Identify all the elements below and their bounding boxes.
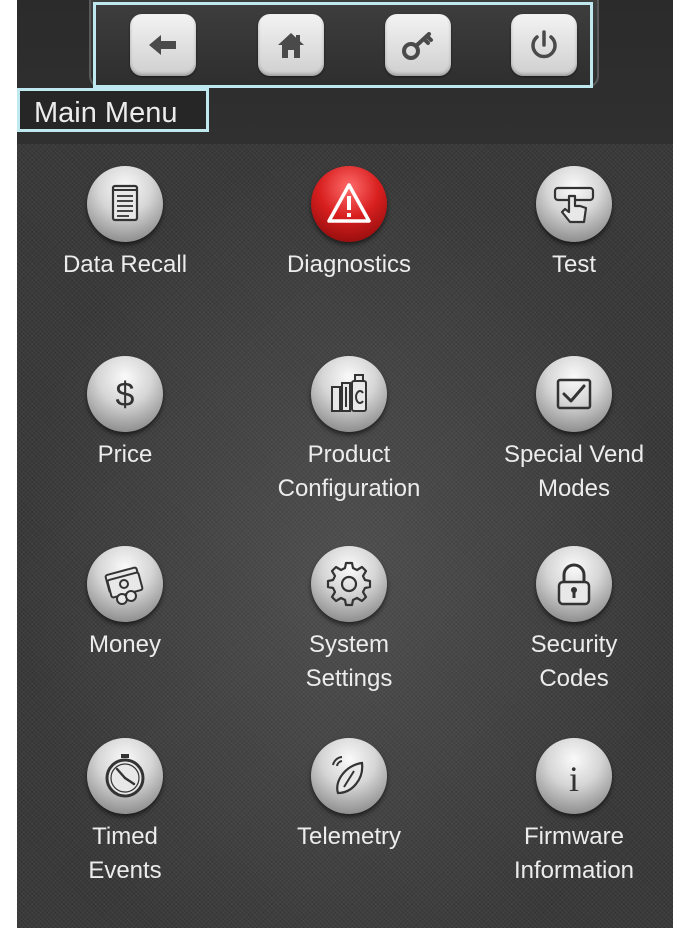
page-title-box: Main Menu xyxy=(17,88,209,132)
back-button[interactable] xyxy=(130,14,196,76)
menu-label: Money xyxy=(17,628,235,662)
home-button[interactable] xyxy=(258,14,324,76)
menu-label-line: System xyxy=(308,631,389,658)
menu-label-line: Configuration xyxy=(277,475,421,502)
menu-icon xyxy=(87,166,163,242)
menu-label: Telemetry xyxy=(239,820,459,854)
menu-grid: Data Recall Diagnostics Test $ Price Pro… xyxy=(17,144,673,928)
notepad-icon xyxy=(111,184,139,222)
menu-item-telemetry[interactable]: Telemetry xyxy=(239,738,459,898)
menu-item-product-configuration[interactable]: Product Configuration xyxy=(239,356,459,516)
hand-pointer-icon xyxy=(553,186,595,224)
menu-label-line: Modes xyxy=(537,475,611,502)
menu-label-line: Price xyxy=(97,441,153,468)
menu-label: Data Recall xyxy=(17,248,235,282)
power-button[interactable] xyxy=(511,14,577,76)
key-button[interactable] xyxy=(385,14,451,76)
dollar-icon: $ xyxy=(116,376,135,414)
menu-icon xyxy=(87,738,163,814)
menu-label-line: Telemetry xyxy=(296,823,402,850)
home-icon xyxy=(278,33,304,58)
svg-text:i: i xyxy=(569,759,579,799)
menu-label-line: Codes xyxy=(539,665,609,692)
satellite-dish-icon xyxy=(332,756,364,795)
warning-icon xyxy=(327,183,371,223)
gear-icon xyxy=(326,561,372,607)
menu-label-line: Settings xyxy=(305,665,393,692)
menu-label: Security Codes xyxy=(464,628,673,696)
menu-label: Price xyxy=(17,438,235,472)
menu-label: Firmware Information xyxy=(464,820,673,888)
key-icon xyxy=(402,32,433,60)
menu-label: Special Vend Modes xyxy=(464,438,673,506)
menu-item-system-settings[interactable]: System Settings xyxy=(239,546,459,706)
arrow-left-icon xyxy=(149,35,176,55)
menu-icon xyxy=(311,738,387,814)
menu-item-timed-events[interactable]: Timed Events xyxy=(17,738,235,898)
money-icon xyxy=(104,566,144,605)
menu-label-line: Diagnostics xyxy=(286,251,412,278)
menu-item-security-codes[interactable]: Security Codes xyxy=(464,546,673,706)
page-title: Main Menu xyxy=(34,97,178,129)
menu-label-line: Events xyxy=(88,857,162,884)
menu-item-price[interactable]: $ Price xyxy=(17,356,235,516)
menu-icon xyxy=(536,356,612,432)
screen: Main Menu Data Recall Diagnostics Test $… xyxy=(17,0,673,928)
menu-icon xyxy=(311,356,387,432)
menu-label-line: Firmware xyxy=(524,823,624,850)
menu-item-data-recall[interactable]: Data Recall xyxy=(17,166,235,326)
menu-icon xyxy=(311,166,387,242)
menu-icon: i xyxy=(536,738,612,814)
padlock-icon xyxy=(557,563,591,606)
power-icon xyxy=(531,30,557,59)
menu-label-line: Timed xyxy=(92,823,158,850)
menu-icon xyxy=(311,546,387,622)
svg-text:$: $ xyxy=(116,376,135,414)
menu-label-line: Information xyxy=(513,857,635,884)
menu-label: Product Configuration xyxy=(239,438,459,506)
menu-label-line: Test xyxy=(551,251,596,278)
menu-item-money[interactable]: Money xyxy=(17,546,235,706)
menu-item-test[interactable]: Test xyxy=(464,166,673,326)
menu-label: Test xyxy=(464,248,673,282)
info-icon: i xyxy=(569,759,579,799)
menu-label-line: Money xyxy=(88,631,162,658)
menu-label-line: Data Recall xyxy=(62,251,188,278)
checkbox-icon xyxy=(556,378,592,410)
menu-icon xyxy=(536,166,612,242)
menu-icon xyxy=(87,546,163,622)
menu-icon: $ xyxy=(87,356,163,432)
menu-icon xyxy=(536,546,612,622)
menu-label-line: Product xyxy=(307,441,391,468)
stopwatch-icon xyxy=(105,754,145,798)
menu-item-special-vend-modes[interactable]: Special Vend Modes xyxy=(464,356,673,516)
menu-item-firmware-information[interactable]: i Firmware Information xyxy=(464,738,673,898)
menu-label: Timed Events xyxy=(17,820,235,888)
menu-item-diagnostics[interactable]: Diagnostics xyxy=(239,166,459,326)
menu-label: Diagnostics xyxy=(239,248,459,282)
menu-label: System Settings xyxy=(239,628,459,696)
products-icon xyxy=(331,374,367,412)
menu-label-line: Security xyxy=(530,631,618,658)
menu-label-line: Special Vend xyxy=(503,441,645,468)
